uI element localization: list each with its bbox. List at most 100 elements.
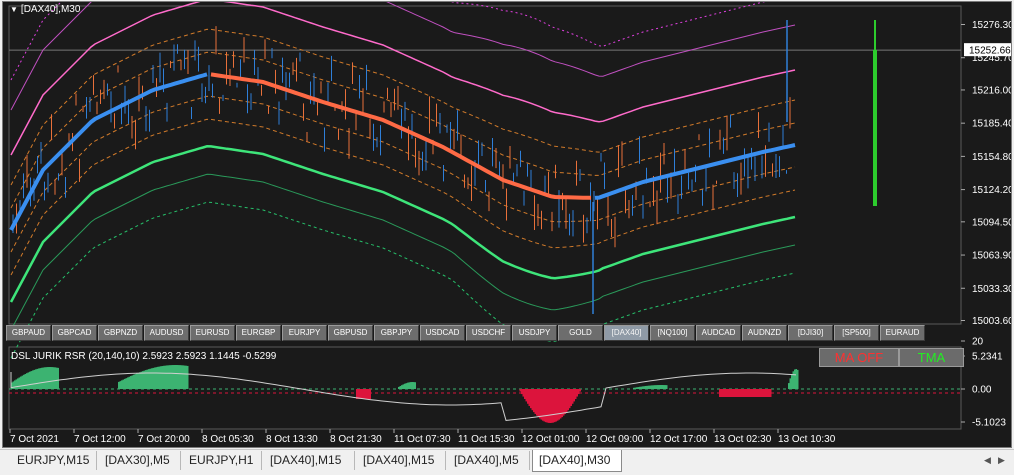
histogram-bar (133, 374, 135, 389)
histogram-bar (536, 389, 538, 416)
chart-window[interactable]: 15276.30 15245.70 15216.00 15185.40 15154.80… (3, 0, 1014, 447)
histogram-bar (633, 387, 635, 389)
indicator-axis-label: -5.1023 (972, 418, 1006, 429)
histogram-bar (576, 389, 578, 397)
chart-tab[interactable]: [DAX40],M30 (532, 450, 622, 472)
histogram-bar (579, 389, 581, 392)
symbol-button-gbpaud[interactable]: GBPAUD (6, 325, 51, 341)
histogram-bar (130, 376, 132, 389)
histogram-bar (794, 369, 796, 389)
histogram-bar (527, 389, 529, 404)
histogram-bar (643, 386, 645, 389)
symbol-button-usdchf[interactable]: USDCHF (466, 325, 511, 341)
histogram-bar (30, 371, 32, 389)
histogram-bar (567, 389, 569, 411)
histogram-bar (155, 367, 157, 389)
histogram-bar (750, 389, 752, 397)
histogram-bar (654, 385, 656, 389)
symbol-button-dax40[interactable]: [DAX40] (604, 325, 649, 341)
histogram-bar (127, 377, 129, 389)
window-title: ▼ [DAX40],M30 (10, 4, 80, 15)
symbol-button-usdcad[interactable]: USDCAD (420, 325, 465, 341)
ma-off-button[interactable]: MA OFF (819, 348, 899, 367)
histogram-bar (181, 365, 183, 389)
histogram-bar (365, 389, 367, 399)
symbol-button-gbpjpy[interactable]: GBPJPY (374, 325, 419, 341)
histogram-bar (746, 389, 748, 397)
chart-tab[interactable]: [DAX40],M5 (448, 451, 530, 470)
histogram-bar (531, 389, 533, 411)
histogram-bar (158, 366, 160, 389)
tab-scroll-right-icon[interactable]: ▶ (998, 455, 1005, 466)
chart-tab[interactable]: [DAX30],M5 (99, 451, 181, 470)
time-axis-label: 13 Oct 10:30 (778, 434, 836, 445)
histogram-bar (747, 389, 749, 397)
histogram-bar (524, 389, 526, 400)
histogram-bar (161, 366, 163, 389)
histogram-bar (765, 389, 767, 397)
histogram-bar (139, 372, 141, 389)
symbol-button-gbpusd[interactable]: GBPUSD (328, 325, 373, 341)
volume-bar-wick (874, 20, 876, 50)
time-axis-label: 8 Oct 05:30 (202, 434, 254, 445)
histogram-bar (549, 389, 551, 423)
symbol-button-usdjpy[interactable]: USDJPY (512, 325, 557, 341)
histogram-bar (734, 389, 736, 397)
histogram-bar (137, 372, 139, 389)
histogram-bar (38, 368, 40, 389)
symbol-button-nq100[interactable]: [NQ100] (650, 325, 695, 341)
collapse-arrow-icon[interactable]: ▼ (10, 5, 18, 14)
histogram-bar (648, 385, 650, 389)
symbol-button-eurusd[interactable]: EURUSD (190, 325, 235, 341)
histogram-bar (173, 365, 175, 389)
symbol-button-eurgbp[interactable]: EURGBP (236, 325, 281, 341)
symbol-button-audnzd[interactable]: AUDNZD (742, 325, 787, 341)
price-chart[interactable]: 15276.3015245.7015216.0015185.4015154.80… (3, 0, 1014, 447)
chart-tab[interactable]: [DAX40],M15 (264, 451, 355, 470)
histogram-bar (530, 389, 532, 409)
histogram-bar (56, 367, 58, 389)
chart-tab[interactable]: [DAX40],M15 (357, 451, 446, 470)
indicator-title: DSL JURIK RSR (20,140,10) 2.5923 2.5923 … (11, 351, 277, 362)
histogram-bar (552, 389, 554, 423)
price-axis-label: 15185.40 (972, 119, 1011, 130)
histogram-bar (184, 365, 186, 389)
histogram-bar (797, 369, 799, 389)
chart-tab[interactable]: EURJPY,M15 (11, 451, 97, 470)
histogram-bar (770, 389, 772, 397)
price-axis-label: 15216.00 (972, 85, 1011, 96)
histogram-bar (661, 385, 663, 389)
histogram-bar (50, 367, 52, 389)
symbol-button-gbpcad[interactable]: GBPCAD (52, 325, 97, 341)
histogram-bar (555, 389, 557, 422)
current-price-label: 15252.66 (969, 46, 1011, 57)
symbol-button-euraud[interactable]: EURAUD (880, 325, 925, 341)
histogram-bar (525, 389, 527, 402)
histogram-bar (148, 369, 150, 389)
tma-button[interactable]: TMA (899, 348, 964, 367)
histogram-bar (728, 389, 730, 397)
histogram-bar (47, 367, 49, 389)
symbol-button-gbpnzd[interactable]: GBPNZD (98, 325, 143, 341)
histogram-bar (658, 385, 660, 389)
tab-scroll-left-icon[interactable]: ◀ (984, 455, 991, 466)
symbol-button-gold[interactable]: GOLD (558, 325, 603, 341)
histogram-bar (569, 389, 571, 409)
time-axis-label: 8 Oct 21:30 (330, 434, 382, 445)
histogram-bar (44, 367, 46, 389)
symbol-button-eurjpy[interactable]: EURJPY (282, 325, 327, 341)
histogram-bar (646, 385, 648, 389)
chart-tab[interactable]: EURJPY,H1 (183, 451, 262, 470)
histogram-bar (738, 389, 740, 397)
histogram-bar (124, 378, 126, 389)
histogram-bar (154, 367, 156, 389)
volume-bar (873, 50, 877, 206)
symbol-button-dji30[interactable]: [DJI30] (788, 325, 833, 341)
symbol-button-audusd[interactable]: AUDUSD (144, 325, 189, 341)
histogram-bar (642, 386, 644, 389)
indicator-axis-label: 20 (972, 337, 984, 348)
symbol-button-audcad[interactable]: AUDCAD (696, 325, 741, 341)
histogram-bar (140, 371, 142, 389)
symbol-button-sp500[interactable]: [SP500] (834, 325, 879, 341)
histogram-bar (759, 389, 761, 397)
